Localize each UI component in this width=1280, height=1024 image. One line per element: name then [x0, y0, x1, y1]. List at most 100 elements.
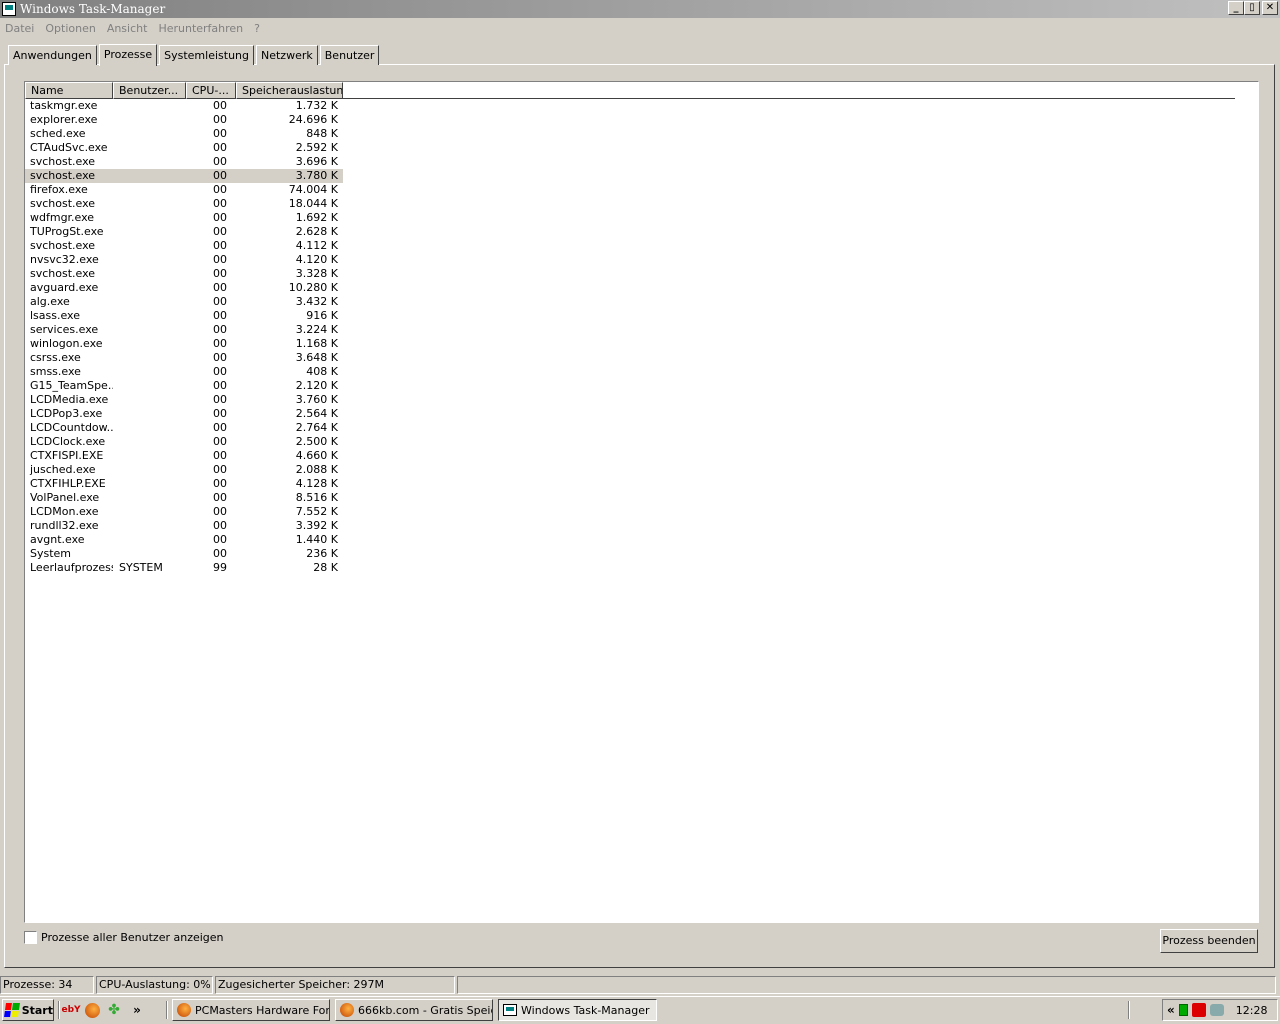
taskbar-button-666kb[interactable]: 666kb.com - Gratis Speic...	[335, 999, 493, 1021]
process-user-cell	[113, 197, 186, 211]
title-bar: Windows Task-Manager _ ▯ ✕	[0, 0, 1280, 18]
process-name-cell: csrss.exe	[30, 351, 81, 364]
process-memory-cell: 3.224 K	[295, 323, 338, 336]
column-header-memory[interactable]: Speicherauslastung	[236, 82, 343, 99]
table-row[interactable]: svchost.exe 00 3.696 K	[25, 155, 343, 169]
process-cpu-cell: 00	[213, 491, 227, 504]
table-row[interactable]: taskmgr.exe 00 1.732 K	[25, 99, 343, 113]
table-row[interactable]: jusched.exe 00 2.088 K	[25, 463, 343, 477]
tab-systemleistung[interactable]: Systemleistung	[159, 45, 254, 65]
table-row[interactable]: winlogon.exe 00 1.168 K	[25, 337, 343, 351]
clock[interactable]: 12:28	[1236, 1004, 1268, 1017]
process-memory-cell: 18.044 K	[288, 197, 338, 210]
process-user-cell	[113, 309, 186, 323]
table-row[interactable]: sched.exe 00 848 K	[25, 127, 343, 141]
process-memory-cell: 2.564 K	[295, 407, 338, 420]
clover-icon[interactable]: ✤	[105, 1001, 123, 1019]
process-memory-cell: 1.732 K	[295, 99, 338, 112]
table-row[interactable]: LCDMon.exe 00 7.552 K	[25, 505, 343, 519]
table-row[interactable]: CTXFISPI.EXE 00 4.660 K	[25, 449, 343, 463]
table-row[interactable]: TUProgSt.exe 00 2.628 K	[25, 225, 343, 239]
table-row[interactable]: G15_TeamSpe... 00 2.120 K	[25, 379, 343, 393]
table-row[interactable]: explorer.exe 00 24.696 K	[25, 113, 343, 127]
table-row[interactable]: avguard.exe 00 10.280 K	[25, 281, 343, 295]
table-row[interactable]: LCDClock.exe 00 2.500 K	[25, 435, 343, 449]
show-all-users-option[interactable]: Prozesse aller Benutzer anzeigen	[24, 931, 224, 944]
taskbar: Start ebY ✤ » PCMasters Hardware For... …	[0, 996, 1280, 1024]
taskmanager-icon[interactable]	[2, 2, 16, 16]
menu-help[interactable]: ?	[249, 22, 266, 35]
process-name-cell: LCDMon.exe	[30, 505, 99, 518]
menu-datei[interactable]: Datei	[0, 22, 40, 35]
start-button[interactable]: Start	[2, 999, 54, 1021]
close-button[interactable]: ✕	[1262, 1, 1278, 15]
table-row[interactable]: LCDMedia.exe 00 3.760 K	[25, 393, 343, 407]
table-row[interactable]: svchost.exe 00 18.044 K	[25, 197, 343, 211]
column-header-cpu[interactable]: CPU-...	[186, 82, 236, 99]
antivirus-icon[interactable]	[1191, 1003, 1206, 1017]
firefox-icon[interactable]	[85, 1002, 100, 1018]
process-memory-cell: 848 K	[306, 127, 338, 140]
tab-anwendungen[interactable]: Anwendungen	[8, 45, 97, 65]
end-process-button[interactable]: Prozess beenden	[1160, 929, 1258, 953]
tab-netzwerk[interactable]: Netzwerk	[256, 45, 318, 65]
menu-optionen[interactable]: Optionen	[40, 22, 101, 35]
table-row[interactable]: System 00 236 K	[25, 547, 343, 561]
maximize-button[interactable]: ▯	[1244, 1, 1260, 15]
minimize-button[interactable]: _	[1228, 1, 1244, 15]
process-memory-cell: 4.128 K	[295, 477, 338, 490]
process-cpu-cell: 00	[213, 169, 227, 182]
cpu-meter-icon[interactable]	[1178, 1004, 1188, 1016]
quick-launch-more-icon[interactable]: »	[128, 1001, 146, 1019]
table-row[interactable]: services.exe 00 3.224 K	[25, 323, 343, 337]
table-row[interactable]: svchost.exe 00 4.112 K	[25, 239, 343, 253]
process-user-cell	[113, 351, 186, 365]
webcam-icon[interactable]	[1209, 1004, 1224, 1016]
taskbar-button-pcmasters[interactable]: PCMasters Hardware For...	[172, 999, 330, 1021]
tab-benutzer[interactable]: Benutzer	[319, 45, 380, 65]
process-memory-cell: 2.764 K	[295, 421, 338, 434]
process-name-cell: alg.exe	[30, 295, 70, 308]
process-list[interactable]: Name Benutzer... CPU-... Speicherauslast…	[24, 81, 1259, 923]
table-row[interactable]: VolPanel.exe 00 8.516 K	[25, 491, 343, 505]
process-user-cell	[113, 99, 186, 113]
tab-prozesse[interactable]: Prozesse	[98, 44, 158, 66]
table-row[interactable]: rundll32.exe 00 3.392 K	[25, 519, 343, 533]
tray-expand-icon[interactable]: «	[1167, 1003, 1175, 1017]
column-header-user[interactable]: Benutzer...	[113, 82, 186, 99]
process-memory-cell: 3.328 K	[295, 267, 338, 280]
table-row[interactable]: LCDCountdow... 00 2.764 K	[25, 421, 343, 435]
process-memory-cell: 3.780 K	[295, 169, 338, 182]
column-header-name[interactable]: Name	[25, 82, 113, 99]
table-row[interactable]: lsass.exe 00 916 K	[25, 309, 343, 323]
table-row[interactable]: LCDPop3.exe 00 2.564 K	[25, 407, 343, 421]
table-row[interactable]: firefox.exe 00 74.004 K	[25, 183, 343, 197]
table-row[interactable]: CTAudSvc.exe 00 2.592 K	[25, 141, 343, 155]
table-row[interactable]: svchost.exe 00 3.780 K	[25, 169, 343, 183]
menu-herunterfahren[interactable]: Herunterfahren	[153, 22, 249, 35]
process-cpu-cell: 00	[213, 365, 227, 378]
process-cpu-cell: 00	[213, 463, 227, 476]
table-row[interactable]: CTXFIHLP.EXE 00 4.128 K	[25, 477, 343, 491]
process-cpu-cell: 00	[213, 421, 227, 434]
taskbar-button-taskmanager[interactable]: Windows Task-Manager	[498, 999, 657, 1021]
ebay-icon[interactable]: ebY	[61, 1001, 80, 1019]
process-cpu-cell: 00	[213, 351, 227, 364]
show-all-users-checkbox[interactable]	[24, 931, 37, 944]
table-row[interactable]: Leerlaufprozess SYSTEM 99 28 K	[25, 561, 343, 575]
table-row[interactable]: nvsvc32.exe 00 4.120 K	[25, 253, 343, 267]
table-row[interactable]: svchost.exe 00 3.328 K	[25, 267, 343, 281]
process-memory-cell: 1.440 K	[295, 533, 338, 546]
table-row[interactable]: alg.exe 00 3.432 K	[25, 295, 343, 309]
process-name-cell: svchost.exe	[30, 169, 96, 182]
table-row[interactable]: smss.exe 00 408 K	[25, 365, 343, 379]
table-row[interactable]: csrss.exe 00 3.648 K	[25, 351, 343, 365]
process-user-cell	[113, 463, 186, 477]
process-memory-cell: 7.552 K	[295, 505, 338, 518]
process-memory-cell: 916 K	[306, 309, 338, 322]
process-cpu-cell: 00	[213, 127, 227, 140]
menu-ansicht[interactable]: Ansicht	[102, 22, 154, 35]
table-row[interactable]: avgnt.exe 00 1.440 K	[25, 533, 343, 547]
table-row[interactable]: wdfmgr.exe 00 1.692 K	[25, 211, 343, 225]
process-user-cell	[113, 211, 186, 225]
